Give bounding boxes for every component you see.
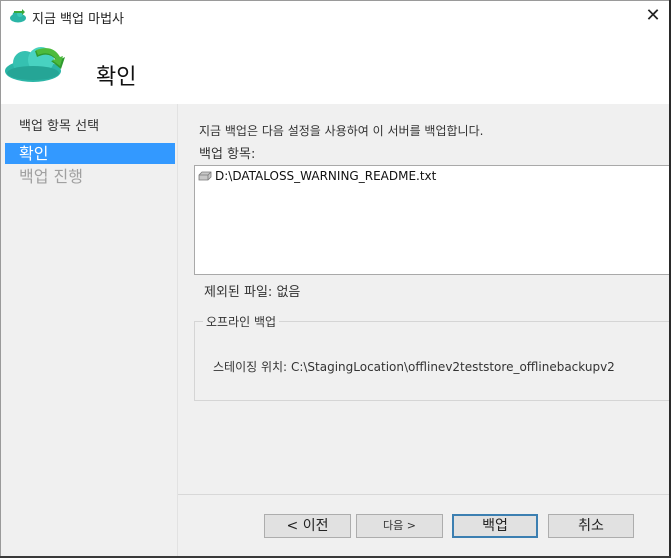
backup-items-label: 백업 항목:: [199, 147, 256, 162]
excluded-files: 제외된 파일: 없음: [204, 281, 300, 300]
staging-location: 스테이징 위치: C:\StagingLocation\offlinev2tes…: [213, 358, 615, 375]
previous-button[interactable]: < 이전: [264, 514, 351, 538]
sidebar-item-progress: 백업 진행: [19, 167, 83, 186]
backup-item-path: D:\DATALOSS_WARNING_README.txt: [215, 169, 437, 183]
window-title: 지금 백업 마법사: [32, 12, 124, 27]
confirmation-description: 지금 백업은 다음 설정을 사용하여 이 서버를 백업합니다.: [199, 124, 484, 138]
wizard-steps-sidebar: 백업 항목 선택 확인 백업 진행: [1, 104, 177, 557]
wizard-footer: < 이전 다음 > 백업 취소: [178, 495, 670, 557]
backup-items-list[interactable]: D:\DATALOSS_WARNING_README.txt: [194, 165, 670, 275]
cancel-button[interactable]: 취소: [548, 514, 634, 538]
backup-button[interactable]: 백업: [452, 514, 538, 538]
sidebar-item-select-items[interactable]: 백업 항목 선택: [5, 116, 175, 137]
excluded-files-value: 없음: [276, 285, 301, 300]
staging-location-value: C:\StagingLocation\offlinev2teststore_of…: [290, 360, 615, 374]
next-button[interactable]: 다음 >: [356, 514, 443, 538]
backup-app-icon: [10, 9, 26, 23]
drive-icon: [198, 171, 212, 181]
cloud-backup-arrow-icon: [5, 47, 65, 82]
confirmation-panel: 지금 백업은 다음 설정을 사용하여 이 서버를 백업합니다. 백업 항목: D…: [178, 104, 670, 494]
offline-backup-group-title: 오프라인 백업: [203, 313, 280, 330]
page-title: 확인: [96, 65, 137, 90]
wizard-header: 확인: [1, 31, 670, 103]
offline-backup-group: 오프라인 백업 스테이징 위치: C:\StagingLocation\offl…: [194, 313, 670, 401]
staging-location-label: 스테이징 위치:: [213, 360, 288, 374]
list-item[interactable]: D:\DATALOSS_WARNING_README.txt: [198, 169, 436, 185]
excluded-files-label: 제외된 파일:: [204, 285, 273, 300]
close-button[interactable]: ✕: [642, 5, 664, 27]
title-bar: 지금 백업 마법사 ✕: [1, 1, 670, 31]
sidebar-item-confirm[interactable]: 확인: [5, 143, 175, 164]
close-icon: ✕: [645, 5, 661, 26]
backup-wizard-window: 지금 백업 마법사 ✕ 확인 백업 항목 선택 확인 백업 진행 지금 백업은 …: [0, 0, 671, 558]
